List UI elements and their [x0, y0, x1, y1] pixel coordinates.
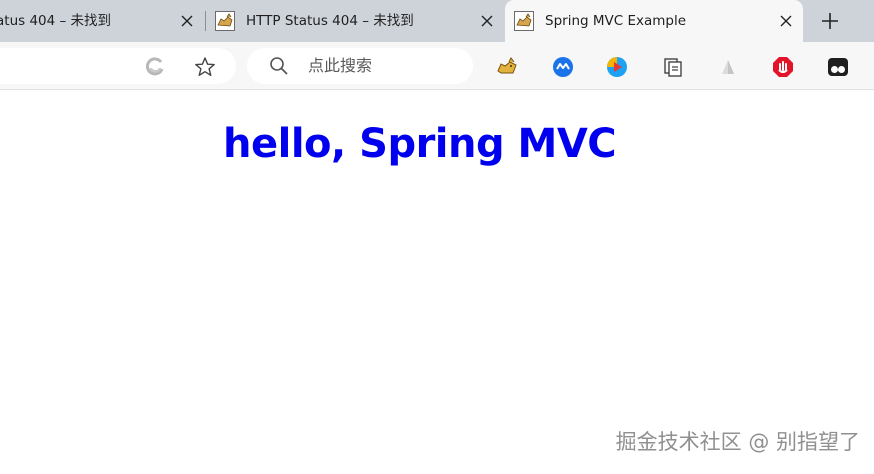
tab-title: Spring MVC Example — [545, 13, 687, 29]
tab-close-icon[interactable] — [776, 11, 796, 31]
tampermonkey-icon[interactable] — [827, 56, 849, 78]
collections-icon[interactable] — [662, 56, 684, 78]
tomcat-favicon-icon — [215, 11, 235, 31]
tomcat-cat-icon[interactable] — [496, 56, 518, 78]
search-box[interactable]: 点此搜索 — [247, 48, 473, 84]
tomcat-favicon-icon — [514, 11, 534, 31]
search-placeholder: 点此搜索 — [308, 56, 373, 75]
blue-circle-extension-icon[interactable] — [552, 56, 574, 78]
browser-toolbar: 点此搜索 — [0, 42, 874, 90]
tab-title: HTTP Status 404 – 未找到 — [246, 13, 414, 29]
tab-http-status-404[interactable]: HTTP Status 404 – 未找到 — [206, 0, 504, 42]
tab-close-icon[interactable] — [177, 11, 197, 31]
play-extension-icon[interactable] — [606, 56, 628, 78]
tab-spring-mvc-example[interactable]: Spring MVC Example — [505, 0, 803, 42]
tab-strip: atus 404 – 未找到 HTTP Status 404 – 未找到 Spr… — [0, 0, 874, 42]
tab-title: atus 404 – 未找到 — [0, 13, 112, 29]
red-stop-icon[interactable] — [772, 56, 794, 78]
tab-http-status-404-partial[interactable]: atus 404 – 未找到 — [0, 0, 203, 42]
new-tab-plus-icon[interactable] — [819, 10, 841, 32]
page-heading: hello, Spring MVC — [223, 121, 617, 167]
gray-triangle-icon[interactable] — [717, 56, 739, 78]
favorite-star-icon[interactable] — [194, 56, 216, 78]
edge-refresh-icon[interactable] — [144, 56, 166, 78]
watermark: 掘金技术社区 @ 别指望了 — [615, 430, 860, 454]
tab-close-icon[interactable] — [477, 11, 497, 31]
search-icon — [269, 56, 289, 76]
